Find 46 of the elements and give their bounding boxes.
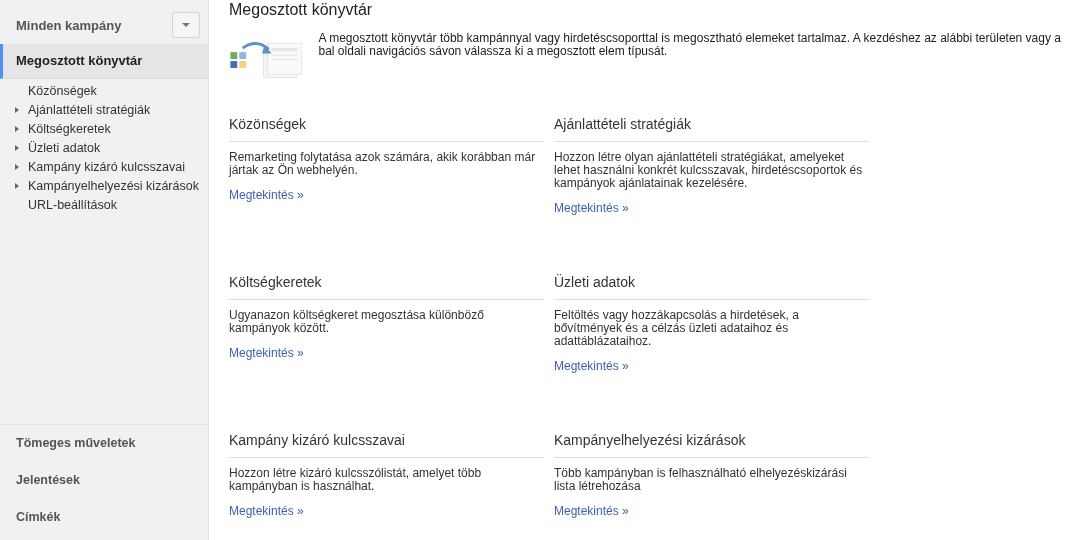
card-title: Ajánlattételi stratégiák xyxy=(554,115,869,142)
nav-link[interactable]: Címkék xyxy=(0,499,208,536)
dropdown-button[interactable] xyxy=(172,12,200,38)
nav-item[interactable]: Költségkeretek xyxy=(0,119,208,138)
intro-text: A megosztott könyvtár több kampánnyal vagy hirdetéscsoporttal is megosztható elemeket tartalmaz. A kezdéshez az alábbi területen vagy a bal oldali navigációs sávon válassza ki a megosztott elem típusát. xyxy=(318,32,1062,60)
campaign-selector-label: Minden kampány xyxy=(16,17,122,33)
nav-item-label: URL-beállítások xyxy=(28,197,117,212)
expand-icon xyxy=(15,163,19,170)
page-title: Megosztott könyvtár xyxy=(229,0,374,19)
view-link[interactable]: Megtekintés » xyxy=(554,201,629,215)
card-title: Kampányelhelyezési kizárások xyxy=(554,431,869,458)
nav-item[interactable]: URL-beállítások xyxy=(0,195,208,214)
expand-icon xyxy=(15,182,19,189)
nav-item-label: Üzleti adatok xyxy=(28,140,101,155)
nav-item-label: Ajánlattételi stratégiák xyxy=(28,102,151,117)
view-link[interactable]: Megtekintés » xyxy=(554,359,629,373)
nav-item[interactable]: Kampányelhelyezési kizárások xyxy=(0,176,208,195)
card-description: Hozzon létre olyan ajánlattételi stratégiákat, amelyeket lehet használni konkrét kulcsszavak, hirdetéscsoportok és kampányok ajánlatainak kezelésére. xyxy=(554,151,864,190)
view-link[interactable]: Megtekintés » xyxy=(229,346,304,360)
nav-item[interactable]: Közönségek xyxy=(0,81,208,100)
view-link[interactable]: Megtekintés » xyxy=(554,504,629,518)
card-title: Kampány kizáró kulcsszavai xyxy=(229,431,544,458)
nav-item[interactable]: Ajánlattételi stratégiák xyxy=(0,100,208,119)
expand-icon xyxy=(15,125,19,132)
card-description: Feltöltés vagy hozzákapcsolás a hirdetések, a bővítmények és a célzás üzleti adataihoz és adattáblázataihoz. xyxy=(554,309,800,348)
nav-item[interactable]: Kampány kizáró kulcsszavai xyxy=(0,157,208,176)
card-title: Közönségek xyxy=(229,115,544,142)
nav-item[interactable]: Üzleti adatok xyxy=(0,138,208,157)
nav-link[interactable]: Tömeges műveletek xyxy=(0,425,208,462)
card-title: Költségkeretek xyxy=(229,273,544,300)
caret-icon xyxy=(182,23,190,27)
nav-section[interactable]: Megosztott könyvtár xyxy=(0,44,208,79)
card-description: Több kampányban is felhasználható elhelyezéskizárási lista létrehozása xyxy=(554,467,848,493)
expand-icon xyxy=(15,106,19,113)
card-description: Hozzon létre kizáró kulcsszólistát, amelyet több kampányban is használhat. xyxy=(229,467,483,493)
nav-item-label: Kampányelhelyezési kizárások xyxy=(28,178,199,193)
nav-item-label: Kampány kizáró kulcsszavai xyxy=(28,159,185,174)
nav-item-label: Közönségek xyxy=(28,83,97,98)
card-title: Üzleti adatok xyxy=(554,273,869,300)
expand-icon xyxy=(15,144,19,151)
nav-item-label: Költségkeretek xyxy=(28,121,111,136)
view-link[interactable]: Megtekintés » xyxy=(229,504,304,518)
nav-link[interactable]: Jelentések xyxy=(0,462,208,499)
card-description: Remarketing folytatása azok számára, akik korábban már jártak az Ön webhelyén. xyxy=(229,151,537,177)
card-description: Ugyanazon költségkeret megosztása különböző kampányok között. xyxy=(229,309,485,335)
view-link[interactable]: Megtekintés » xyxy=(229,188,304,202)
